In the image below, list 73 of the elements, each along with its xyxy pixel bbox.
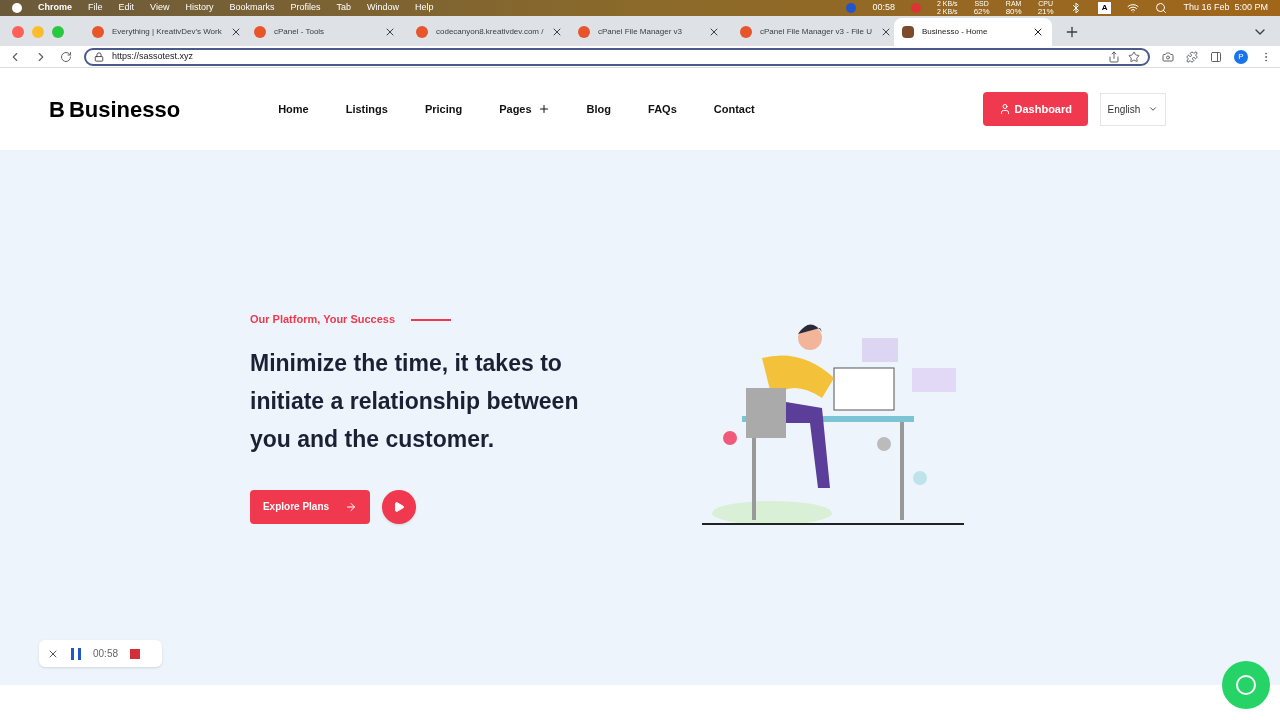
menu-item[interactable]: Edit [118,1,135,15]
logo-text: Businesso [68,95,181,124]
share-icon[interactable] [1108,50,1120,63]
browser-tab[interactable]: Businesso - Home [894,18,1052,46]
browser-tab[interactable]: cPanel File Manager v3 - File U [732,18,890,46]
close-icon[interactable] [384,26,396,38]
stat-value: 21% [1037,8,1054,16]
nav-link[interactable]: Contact [713,100,755,118]
camera-icon[interactable] [1162,50,1174,63]
reload-icon[interactable] [60,50,72,63]
explore-plans-button[interactable]: Explore Plans [250,489,370,524]
side-panel-icon[interactable] [1210,50,1222,63]
user-icon [998,103,1011,115]
menu-item[interactable]: View [150,1,170,15]
dashboard-button[interactable]: Dashboard [982,92,1088,126]
tab-title: cPanel File Manager v3 [598,27,684,37]
search-icon[interactable] [1155,2,1168,14]
menu-item[interactable]: File [88,1,103,15]
caret-icon [1148,104,1159,114]
menu-item[interactable]: Window [366,1,399,15]
arrow-icon [345,500,358,513]
nav-link[interactable]: Home [278,100,309,118]
stat-value: 62% [973,8,990,16]
nav-link[interactable]: Pages [499,100,550,118]
logo-mark: B [49,95,65,124]
lock-icon [94,51,104,62]
tab-title: cPanel - Tools [274,27,326,37]
browser-tab[interactable]: cPanel File Manager v3 [570,18,728,46]
timer-text: 00:58 [872,1,895,15]
nav-link[interactable]: Listings [345,100,388,118]
profile-avatar[interactable]: P [1234,49,1248,64]
tab-title: cPanel File Manager v3 - File U [760,27,873,37]
accent-line [411,318,452,321]
menu-item[interactable]: Bookmarks [229,1,275,15]
browser-tab[interactable]: cPanel - Tools [246,18,404,46]
input-source[interactable]: A [1097,2,1112,14]
wifi-icon[interactable] [1127,2,1140,14]
menu-item[interactable]: History [185,1,214,15]
browser-tab[interactable]: codecanyon8.kreativdev.com / [408,18,566,46]
play-video-button[interactable] [382,489,416,524]
play-icon [393,500,405,513]
recording-time: 00:58 [93,647,119,661]
stat-value: 80% [1005,8,1022,16]
tab-title: codecanyon8.kreativdev.com / [436,27,544,37]
tab-title: Everything | KreativDev's Work [112,27,222,37]
favicon-icon [254,26,266,38]
menu-item[interactable]: Help [415,1,434,15]
language-select[interactable]: English [1100,92,1166,126]
browser-tab[interactable]: Everything | KreativDev's Work [84,18,242,46]
new-tab-icon[interactable] [1064,24,1080,40]
clock-text: Thu 16 Feb 5:00 PM [1183,1,1268,15]
url-text: https://sassotest.xyz [112,49,194,63]
menu-item[interactable]: Tab [336,1,351,15]
close-icon[interactable] [1032,26,1044,38]
nav-link[interactable]: Blog [586,100,612,118]
favicon-icon [416,26,428,38]
favicon-icon [92,26,104,38]
address-field[interactable]: https://sassotest.xyz [84,47,1150,66]
bookmark-star-icon[interactable] [1128,50,1140,63]
site-logo[interactable]: B Businesso [49,92,181,126]
tab-title: Businesso - Home [922,27,989,37]
nav-link[interactable]: Pricing [424,100,463,118]
eyebrow-text: Our Platform, Your Success [250,312,396,328]
favicon-icon [578,26,590,38]
favicon-icon [902,26,914,38]
extensions-icon[interactable] [1186,50,1198,63]
plus-icon [537,103,550,115]
close-icon[interactable] [708,26,720,38]
app-menu[interactable]: Chrome [38,1,72,15]
hero-headline: Minimize the time, it takes to initiate a relationship between you and the customer. [250,348,580,454]
nav-link[interactable]: FAQs [648,100,677,118]
favicon-icon [740,26,752,38]
menu-item[interactable]: Profiles [290,1,321,15]
